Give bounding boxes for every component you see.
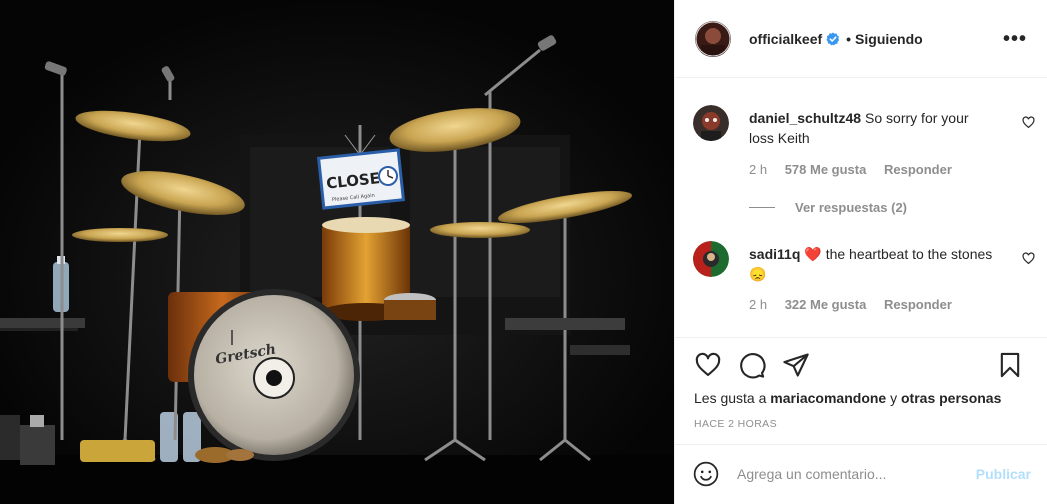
comment-heart-icon[interactable] bbox=[1022, 252, 1035, 265]
comment-avatar[interactable] bbox=[693, 241, 729, 277]
comment-heart-icon[interactable] bbox=[1022, 116, 1035, 129]
more-options-icon[interactable]: ••• bbox=[1003, 29, 1027, 49]
likes-summary: Les gusta a mariacomandone y otras perso… bbox=[694, 390, 1001, 406]
author-avatar[interactable] bbox=[695, 20, 731, 57]
likes-user[interactable]: mariacomandone bbox=[770, 390, 886, 406]
post-timestamp[interactable]: HACE 2 HORAS bbox=[694, 418, 777, 430]
likes-others[interactable]: otras personas bbox=[901, 390, 1001, 406]
comment-username[interactable]: sadi11q bbox=[749, 246, 800, 262]
view-replies-label: Ver respuestas (2) bbox=[795, 200, 908, 215]
likes-joiner: y bbox=[890, 390, 898, 406]
publish-button[interactable]: Publicar bbox=[976, 466, 1031, 482]
replies-divider bbox=[749, 207, 775, 208]
heart-icon[interactable] bbox=[693, 350, 723, 380]
following-button[interactable]: Siguiendo bbox=[855, 31, 923, 47]
emoji-icon[interactable] bbox=[693, 461, 719, 487]
comment-likes[interactable]: 578 Me gusta bbox=[785, 162, 867, 177]
comment-text-block: daniel_schultz48 So sorry for your loss K… bbox=[749, 108, 994, 148]
verified-badge-icon bbox=[826, 32, 840, 46]
comment-likes[interactable]: 322 Me gusta bbox=[785, 297, 867, 312]
reply-button[interactable]: Responder bbox=[884, 297, 952, 312]
reply-button[interactable]: Responder bbox=[884, 162, 952, 177]
view-replies-button[interactable]: Ver respuestas (2) bbox=[749, 200, 907, 215]
comment-avatar[interactable] bbox=[693, 105, 729, 141]
action-bar bbox=[693, 350, 1033, 380]
likes-prefix: Les gusta a bbox=[694, 390, 767, 406]
bookmark-icon[interactable] bbox=[995, 350, 1025, 380]
drum-kit-photo: CLOSED Please Call Again Gretsch bbox=[0, 0, 674, 504]
comment-input[interactable] bbox=[737, 463, 957, 485]
comment-meta: 2 h 578 Me gusta Responder bbox=[749, 162, 966, 177]
share-icon[interactable] bbox=[781, 350, 811, 380]
add-comment-bar: Publicar bbox=[675, 444, 1047, 504]
comment-time: 2 h bbox=[749, 162, 768, 177]
author-username[interactable]: officialkeef bbox=[749, 31, 822, 47]
comment-meta: 2 h 322 Me gusta Responder bbox=[749, 297, 966, 312]
header-separator: • bbox=[846, 30, 852, 47]
post-side-panel: officialkeef • Siguiendo ••• daniel_schu… bbox=[674, 0, 1047, 504]
comments-list: daniel_schultz48 So sorry for your loss K… bbox=[675, 79, 1047, 337]
comment-time: 2 h bbox=[749, 297, 768, 312]
post-header: officialkeef • Siguiendo ••• bbox=[675, 0, 1047, 78]
comment-icon[interactable] bbox=[737, 350, 767, 380]
post-photo[interactable]: CLOSED Please Call Again Gretsch bbox=[0, 0, 674, 504]
comment-text-block: sadi11q ❤️ the heartbeat to the stones 😞 bbox=[749, 244, 994, 284]
comment-username[interactable]: daniel_schultz48 bbox=[749, 110, 861, 126]
post-actions: Les gusta a mariacomandone y otras perso… bbox=[675, 337, 1047, 444]
instagram-post-view: CLOSED Please Call Again Gretsch officia… bbox=[0, 0, 1047, 504]
